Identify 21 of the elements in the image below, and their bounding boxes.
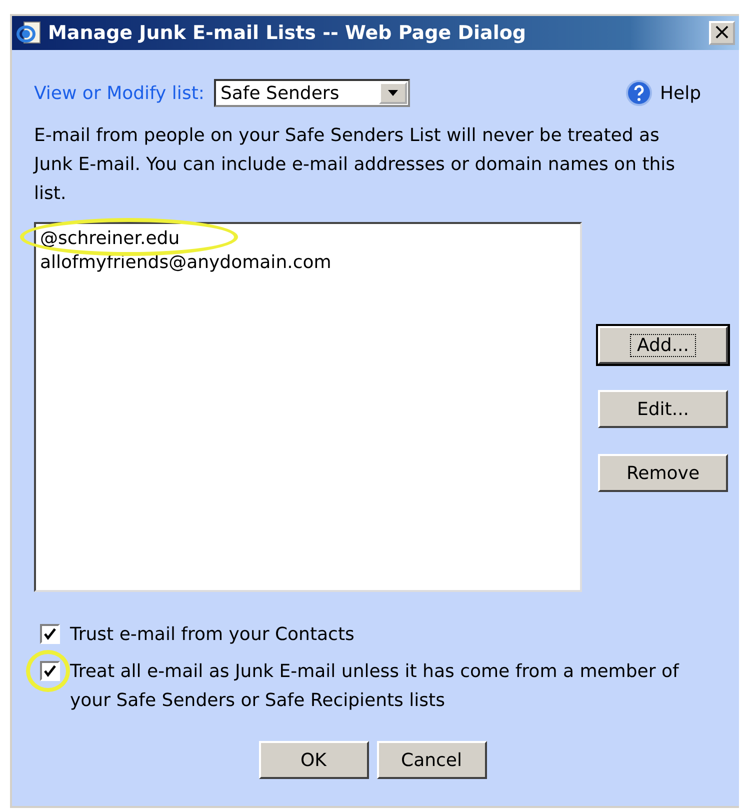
checkbox-label: Trust e-mail from your Contacts: [70, 623, 356, 647]
description-text: E-mail from people on your Safe Senders List will never be treated as Junk E-mail. You can include e-mail addresses or domain names on this list.: [34, 124, 676, 206]
list-label: View or Modify list:: [34, 82, 204, 104]
dropdown-arrow-icon: [388, 90, 398, 96]
checkbox[interactable]: [40, 624, 60, 644]
help-link[interactable]: Help: [660, 82, 701, 104]
window-title: Manage Junk E-mail Lists -- Web Page Dialog: [48, 22, 527, 44]
dialog-button[interactable]: OK: [258, 741, 368, 779]
list-entry[interactable]: allofmyfriends@anydomain.com: [40, 251, 332, 275]
browser-page-icon: [16, 20, 42, 46]
list-entry[interactable]: @schreiner.edu: [40, 227, 180, 251]
close-button[interactable]: ×: [709, 21, 735, 45]
list-action-button[interactable]: Remove: [598, 454, 728, 492]
checkbox[interactable]: [40, 661, 60, 681]
help-icon[interactable]: [626, 80, 652, 106]
list-action-button[interactable]: Edit...: [598, 390, 728, 428]
dialog-button[interactable]: Cancel: [376, 741, 486, 779]
address-list[interactable]: @schreiner.edu allofmyfriends@anydomain.com: [34, 222, 582, 592]
list-action-button[interactable]: Add...: [598, 326, 728, 364]
list-dropdown[interactable]: Safe Senders: [214, 79, 410, 107]
checkbox-label: Treat all e-mail as Junk E-mail unless it has come from a member of your Safe Senders or Safe Recipients lists: [70, 660, 680, 713]
